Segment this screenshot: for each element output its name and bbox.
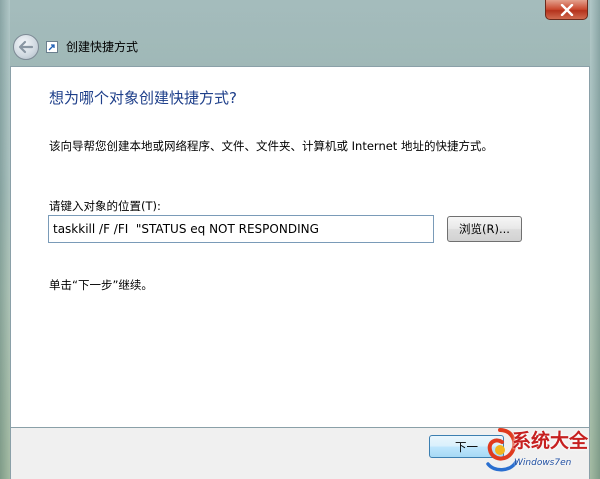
site-logo-watermark: 系统大全 Windows7en — [478, 420, 600, 479]
browse-button[interactable]: 浏览(R)... — [447, 216, 522, 242]
watermark-brand-text: 系统大全 — [512, 430, 589, 452]
wizard-content-panel: 想为哪个对象创建快捷方式? 该向导帮您创建本地或网络程序、文件、文件夹、计算机或… — [10, 66, 590, 428]
window-title: 创建快捷方式 — [66, 40, 139, 54]
wizard-description: 该向导帮您创建本地或网络程序、文件、文件夹、计算机或 Internet 地址的快… — [49, 139, 493, 153]
watermark-url-text: Windows7en — [514, 458, 572, 468]
close-icon — [560, 3, 573, 16]
window-border-right — [590, 0, 600, 479]
close-button[interactable] — [545, 0, 588, 20]
continue-instruction: 单击“下一步”继续。 — [49, 278, 153, 292]
wizard-heading: 想为哪个对象创建快捷方式? — [49, 89, 237, 107]
window-border-left — [0, 0, 10, 479]
location-input[interactable] — [48, 215, 434, 243]
back-button[interactable] — [13, 34, 39, 60]
shortcut-wizard-icon — [46, 41, 58, 53]
back-arrow-icon — [18, 40, 34, 54]
location-label: 请键入对象的位置(T): — [49, 199, 161, 213]
title-bar: 创建快捷方式 — [0, 0, 600, 66]
